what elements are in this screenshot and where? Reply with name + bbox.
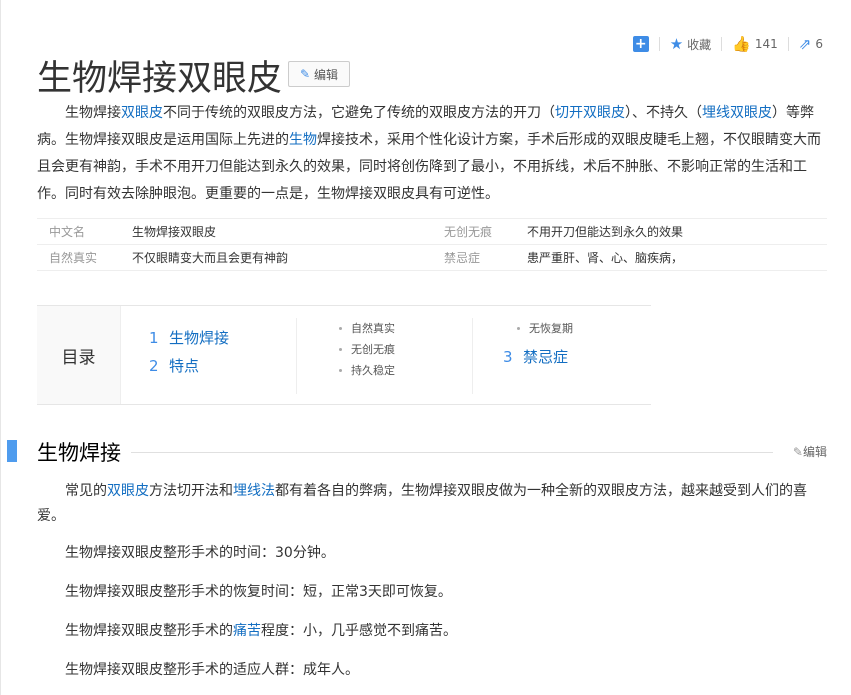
paragraph: 生物焊接双眼皮整形手术的适应人群：成年人。 [65, 662, 359, 678]
toc-column: 自然真实 无创无痕 持久稳定 [297, 318, 473, 394]
pencil-icon: ✎ [299, 67, 311, 81]
section-marker [7, 440, 17, 462]
pencil-icon: ✎ [792, 445, 803, 459]
info-value: 患严重肝、肾、心、脑疾病， [527, 251, 684, 265]
star-icon: ★ [669, 35, 684, 53]
paragraph: 生物焊接双眼皮整形手术的痛苦程度：小，几乎感觉不到痛苦。 [37, 619, 827, 644]
divider [658, 37, 660, 51]
info-value: 不仅眼睛变大而且会更有神韵 [132, 251, 289, 265]
add-icon[interactable]: + [632, 36, 649, 52]
paragraph: 常见的双眼皮方法切开法和埋线法都有着各自的弊病，生物焊接双眼皮做为一种全新的双眼… [37, 479, 827, 529]
para-text: 生物焊接双眼皮整形手术的 [65, 623, 233, 639]
link-maixian[interactable]: 埋线双眼皮 [702, 105, 772, 121]
toc-num: 1 [149, 329, 159, 347]
para-text: 常见的 [65, 483, 107, 499]
link-qiekai[interactable]: 切开双眼皮 [555, 105, 625, 121]
table-of-contents: 目录 1 生物焊接 2 特点 自然真实 无创无痕 持久稳定 无恢复期 3 禁忌症 [37, 305, 651, 405]
toc-text: 特点 [169, 357, 200, 375]
like-button[interactable]: 👍 141 [732, 35, 778, 53]
thumbs-up-icon: 👍 [732, 35, 751, 53]
info-value: 不用开刀但能达到永久的效果 [527, 225, 684, 239]
toc-text: 禁忌症 [523, 348, 569, 366]
divider [721, 37, 723, 51]
toc-subitem[interactable]: 无创无痕 [339, 339, 472, 360]
edit-label: 编辑 [802, 445, 827, 459]
summary-text: ）、不持久（ [625, 105, 702, 121]
share-icon: ⇗ [798, 35, 812, 53]
top-tools: + ★ 收藏 👍 141 ⇗ 6 [632, 34, 823, 54]
summary-text: 生物焊接 [65, 105, 121, 121]
toc-subitem[interactable]: 持久稳定 [339, 360, 472, 381]
toc-item-3[interactable]: 3 禁忌症 [503, 343, 573, 371]
collect-label: 收藏 [687, 37, 712, 52]
toc-item-2[interactable]: 2 特点 [149, 352, 296, 380]
paragraph: 生物焊接双眼皮整形手术的时间：30分钟。 [65, 545, 335, 561]
toc-num: 3 [503, 348, 513, 366]
section-heading: 生物焊接 ✎编辑 [1, 437, 831, 467]
link-shuangyanpi[interactable]: 双眼皮 [107, 483, 149, 499]
info-row: 中文名 生物焊接双眼皮 无创无痕 不用开刀但能达到永久的效果 [37, 219, 827, 245]
divider [787, 37, 789, 51]
info-key: 自然真实 [49, 251, 98, 265]
toc-item-1[interactable]: 1 生物焊接 [149, 324, 296, 352]
link-tongku[interactable]: 痛苦 [233, 623, 261, 639]
info-key: 无创无痕 [444, 225, 493, 239]
like-count: 141 [754, 37, 778, 51]
link-shuangyanpi[interactable]: 双眼皮 [121, 105, 163, 121]
link-shengwu[interactable]: 生物 [289, 132, 317, 148]
info-row: 自然真实 不仅眼睛变大而且会更有神韵 禁忌症 患严重肝、肾、心、脑疾病， [37, 245, 827, 271]
toc-num: 2 [149, 357, 159, 375]
summary-text: 不同于传统的双眼皮方法，它避免了传统的双眼皮方法的开刀（ [163, 105, 555, 121]
toc-column: 无恢复期 3 禁忌症 [473, 318, 573, 404]
share-button[interactable]: ⇗ 6 [799, 35, 823, 53]
info-key: 禁忌症 [444, 251, 481, 265]
info-value: 生物焊接双眼皮 [132, 225, 217, 239]
basic-info-table: 中文名 生物焊接双眼皮 无创无痕 不用开刀但能达到永久的效果 自然真实 不仅眼睛… [37, 218, 827, 271]
edit-label: 编辑 [314, 67, 339, 82]
section-title: 生物焊接 [37, 437, 129, 467]
info-key: 中文名 [49, 225, 86, 239]
para-text: 程度：小，几乎感觉不到痛苦。 [261, 623, 457, 639]
paragraph: 生物焊接双眼皮整形手术的恢复时间：短，正常3天即可恢复。 [65, 584, 452, 600]
section-edit-button[interactable]: ✎编辑 [793, 443, 827, 460]
edit-button[interactable]: ✎ 编辑 [288, 61, 350, 87]
share-count: 6 [815, 37, 823, 51]
para-text: 方法切开法和 [149, 483, 233, 499]
toc-label: 目录 [37, 306, 121, 404]
summary: 生物焊接双眼皮不同于传统的双眼皮方法，它避免了传统的双眼皮方法的开刀（切开双眼皮… [37, 100, 827, 208]
collect-button[interactable]: ★ 收藏 [670, 35, 711, 53]
divider [131, 452, 773, 453]
page: + ★ 收藏 👍 141 ⇗ 6 生物焊接双眼皮 ✎ 编辑 生物焊接双眼皮不同于… [0, 0, 851, 695]
link-maixianfa[interactable]: 埋线法 [233, 483, 275, 499]
page-title: 生物焊接双眼皮 [37, 59, 283, 99]
toc-subitem[interactable]: 无恢复期 [517, 318, 573, 339]
toc-subitem[interactable]: 自然真实 [339, 318, 472, 339]
toc-text: 生物焊接 [169, 329, 230, 347]
toc-column: 1 生物焊接 2 特点 [121, 318, 297, 394]
